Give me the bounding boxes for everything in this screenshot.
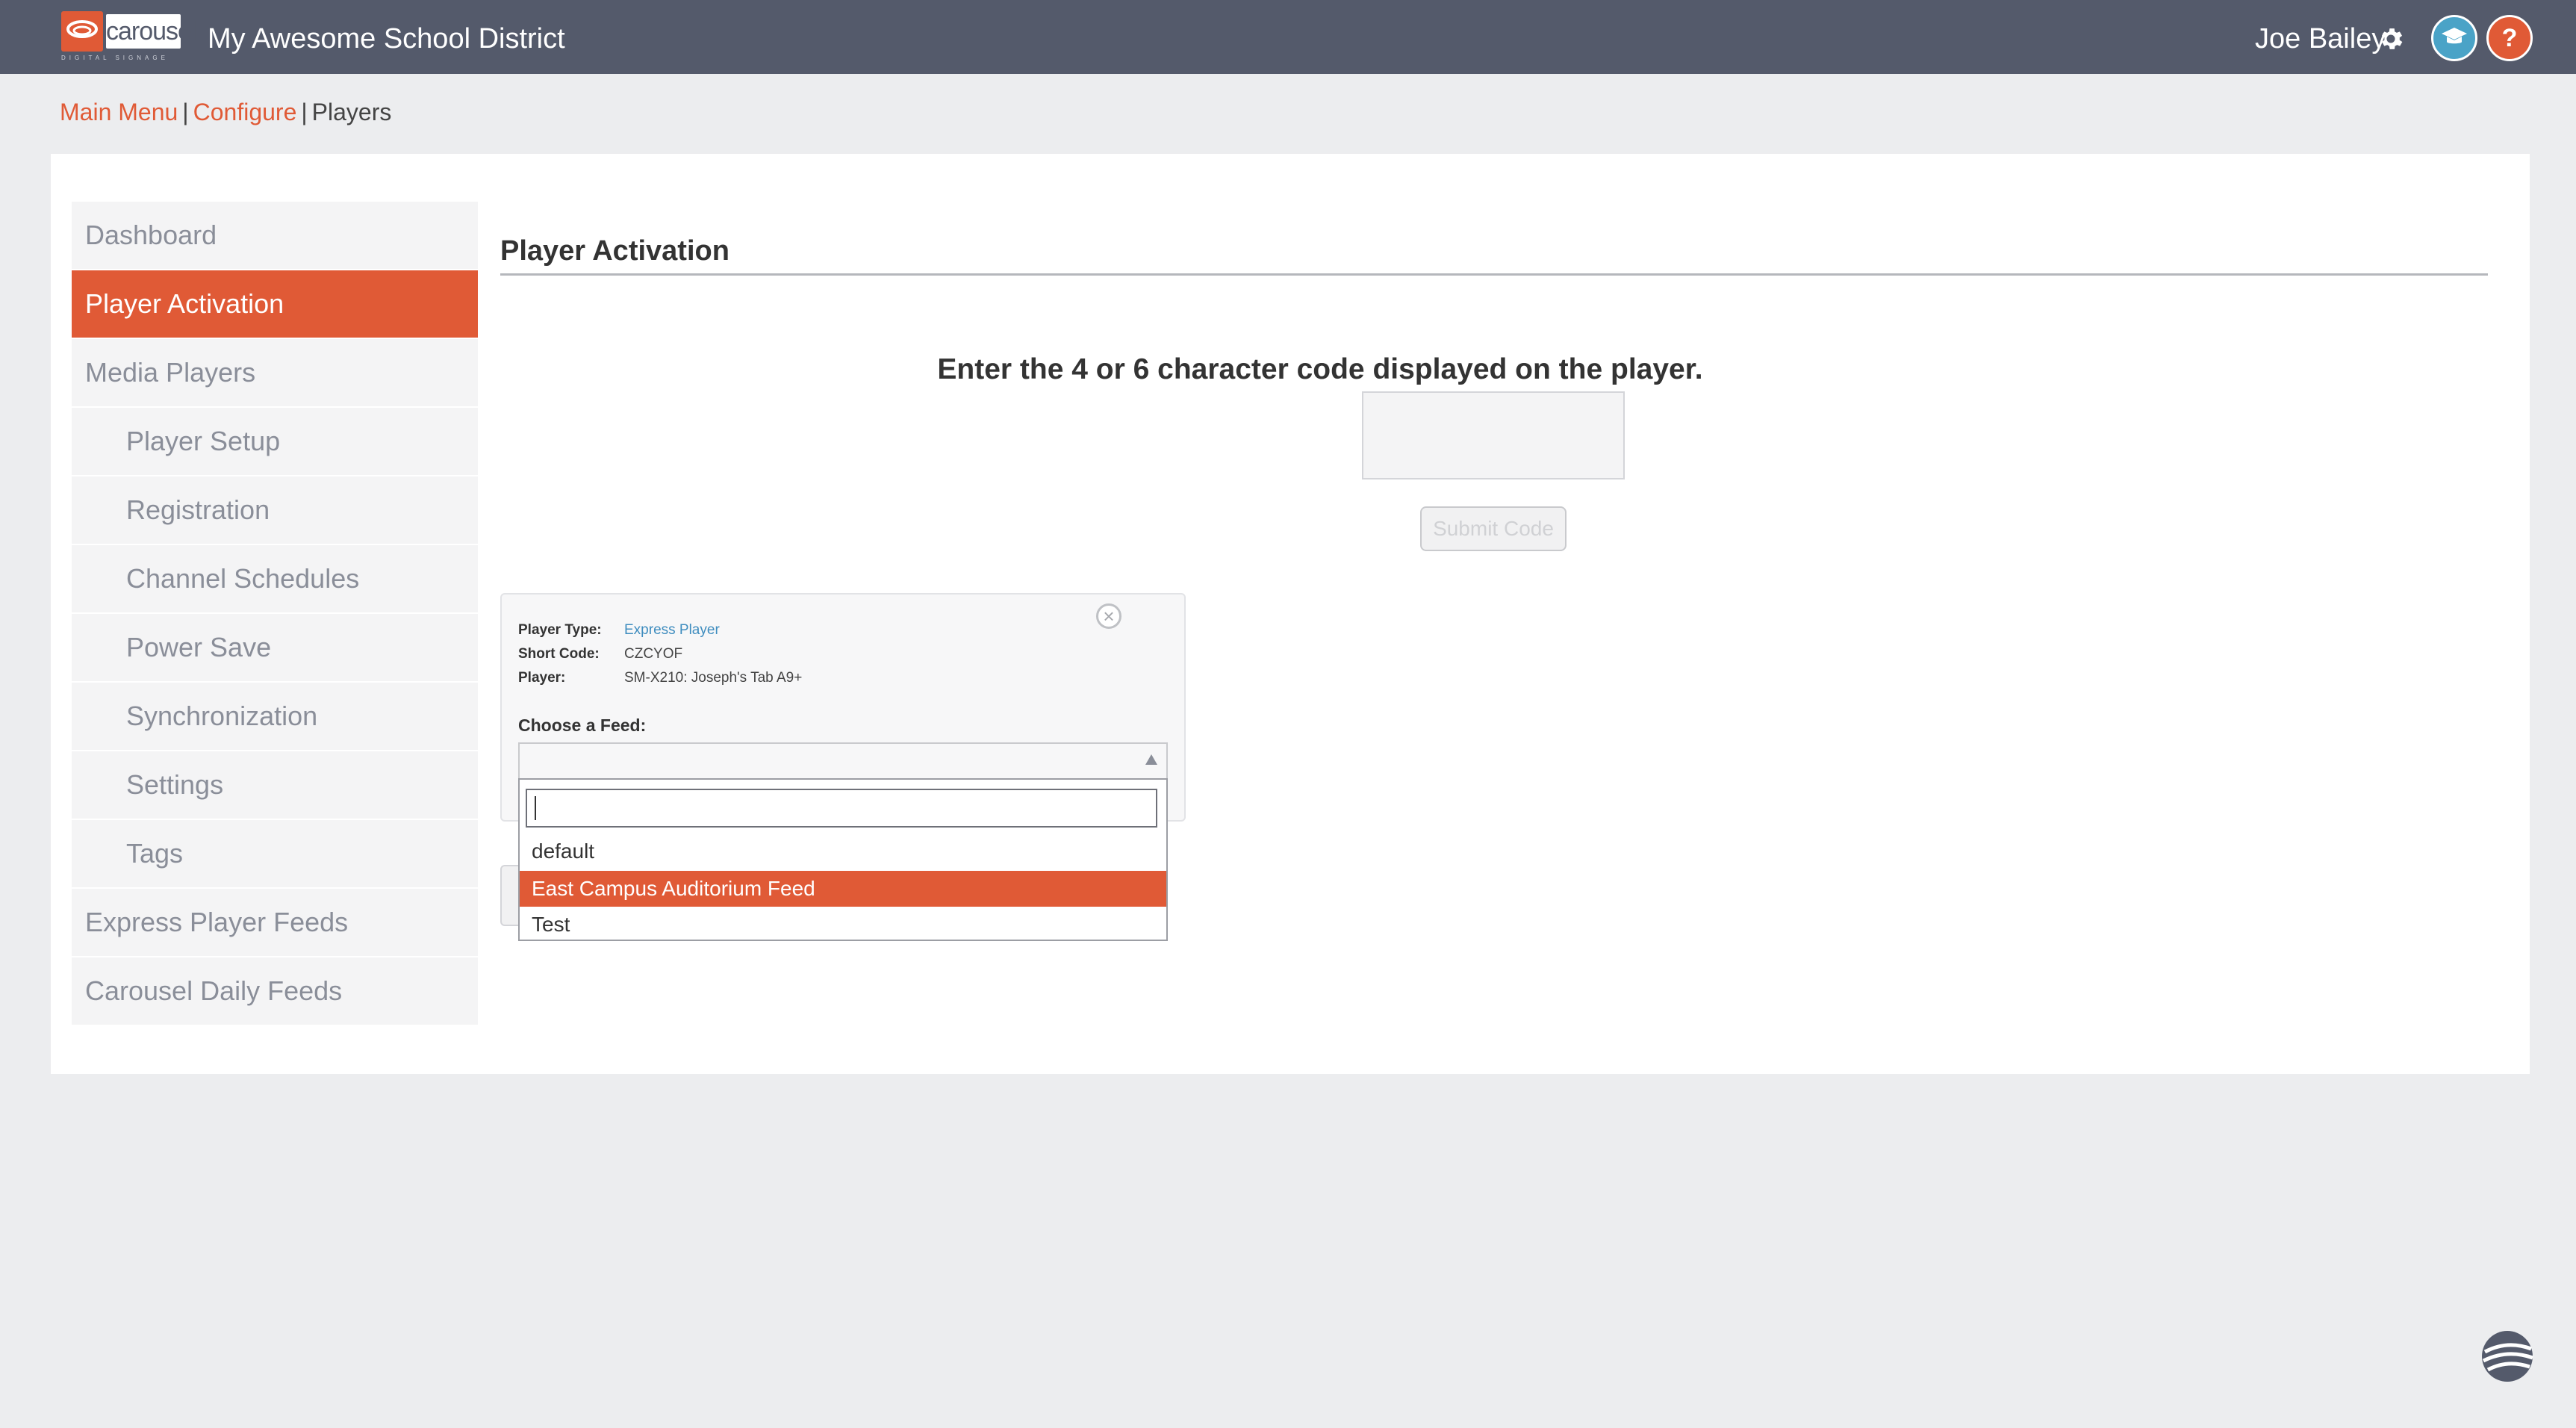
feed-search-input[interactable] [526,789,1157,828]
text-cursor [535,796,536,820]
sidebar-item-media-players[interactable]: Media Players [72,339,478,406]
sidebar-item-express-player-feeds[interactable]: Express Player Feeds [72,889,478,956]
logo-tagline: DIGITAL SIGNAGE [61,55,169,61]
player-label: Player: [518,670,566,686]
caret-up-icon [1145,754,1157,765]
breadcrumb: Main Menu | Configure | Players [60,97,391,127]
player-row: Player: SM-X210: Joseph's Tab A9+ [518,669,802,687]
sidebar-item-settings[interactable]: Settings [72,751,478,819]
sidebar-item-player-setup[interactable]: Player Setup [72,408,478,475]
main-panel: Dashboard Player Activation Media Player… [51,154,2530,1074]
sidebar-item-tags[interactable]: Tags [72,820,478,887]
close-icon[interactable]: × [1096,603,1121,629]
activation-code-input[interactable] [1362,391,1625,479]
choose-feed-label: Choose a Feed: [518,715,647,735]
player-type-row: Player Type: Express Player [518,621,720,639]
sidebar-item-power-save[interactable]: Power Save [72,614,478,681]
carousel-logo-mark-icon [61,11,103,52]
player-value: SM-X210: Joseph's Tab A9+ [624,670,803,686]
page-title: Player Activation [500,235,729,267]
carousel-logo[interactable]: carousel DIGITAL SIGNAGE [61,11,197,61]
sidebar-item-carousel-daily-feeds[interactable]: Carousel Daily Feeds [72,957,478,1025]
globe-icon[interactable] [2477,1326,2537,1386]
short-code-label: Short Code: [518,646,600,662]
breadcrumb-main-menu[interactable]: Main Menu [60,99,178,125]
breadcrumb-players: Players [311,99,392,125]
sidebar-item-synchronization[interactable]: Synchronization [72,683,478,750]
sidebar-item-registration[interactable]: Registration [72,476,478,544]
sidebar-item-channel-schedules[interactable]: Channel Schedules [72,545,478,612]
sidebar-item-dashboard[interactable]: Dashboard [72,202,478,269]
breadcrumb-configure[interactable]: Configure [193,99,297,125]
short-code-row: Short Code: CZCYOF [518,645,682,663]
gear-icon[interactable] [2377,25,2405,53]
organization-name: My Awesome School District [208,23,565,55]
breadcrumb-separator: | [301,99,308,125]
feed-option-default[interactable]: default [520,833,1166,869]
logo-wordmark: carousel [106,14,197,49]
submit-code-button[interactable]: Submit Code [1420,506,1567,551]
user-name-link[interactable]: Joe Bailey [2255,21,2386,57]
top-navigation-bar: carousel DIGITAL SIGNAGE My Awesome Scho… [0,0,2576,74]
breadcrumb-separator: | [182,99,189,125]
feed-dropdown-list: default East Campus Auditorium Feed Test [518,778,1168,941]
sidebar-item-player-activation[interactable]: Player Activation [72,270,478,338]
graduation-cap-icon [2441,25,2468,52]
feed-select[interactable] [518,742,1168,780]
player-type-value[interactable]: Express Player [624,622,720,638]
sidebar: Dashboard Player Activation Media Player… [72,202,478,1026]
title-divider [500,273,2488,276]
feed-option-east-campus[interactable]: East Campus Auditorium Feed [520,871,1166,907]
player-type-label: Player Type: [518,622,602,638]
short-code-value: CZCYOF [624,646,683,662]
training-button[interactable] [2431,15,2477,61]
help-button[interactable]: ? [2486,15,2533,61]
code-prompt: Enter the 4 or 6 character code displaye… [937,353,1703,385]
feed-option-test[interactable]: Test [520,907,1166,943]
